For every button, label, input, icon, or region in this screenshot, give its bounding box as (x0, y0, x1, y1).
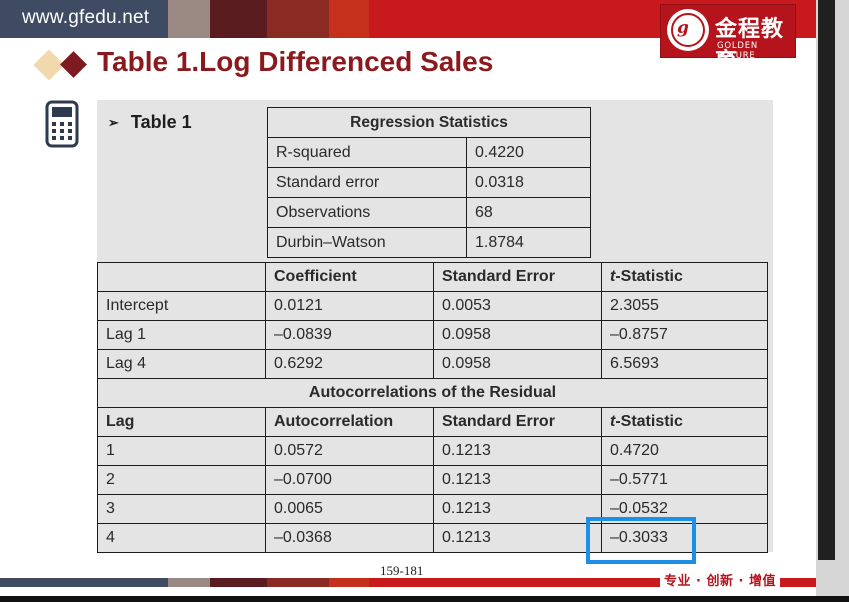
right-edge-strip (816, 0, 849, 602)
column-header: Coefficient (265, 262, 434, 292)
row-label: 2 (97, 465, 266, 495)
banner-segment (267, 0, 329, 38)
site-url[interactable]: www.gfedu.net (22, 7, 149, 29)
table-cell: –0.0368 (265, 523, 434, 553)
stat-label: Standard error (267, 167, 467, 198)
row-label: 1 (97, 436, 266, 466)
stat-value: 68 (466, 197, 591, 228)
title-diamond-icon (60, 51, 87, 78)
row-label: Intercept (97, 291, 266, 321)
banner-segment (329, 578, 369, 587)
table-row: Observations 68 (267, 197, 591, 228)
table-cell: –0.0839 (265, 320, 434, 350)
stat-label: R-squared (267, 137, 467, 168)
logo-emblem-icon: g (667, 9, 709, 51)
coefficients-table: Coefficient Standard Error t-Statistic I… (97, 262, 768, 553)
table-cell: 0.0065 (265, 494, 434, 524)
table-cell: 0.4720 (601, 436, 768, 466)
table-cell: 2.3055 (601, 291, 768, 321)
column-header: Standard Error (433, 407, 602, 437)
table-header-row: Lag Autocorrelation Standard Error t-Sta… (97, 407, 768, 437)
table-cell: 0.6292 (265, 349, 434, 379)
table-cell: 0.1213 (433, 465, 602, 495)
banner-segment (168, 0, 210, 38)
calculator-icon (45, 100, 79, 148)
row-label: 4 (97, 523, 266, 553)
table-row: Lag 4 0.6292 0.0958 6.5693 (97, 349, 768, 379)
table-cell: 0.0958 (433, 349, 602, 379)
column-header-rest: -Statistic (615, 413, 683, 430)
banner-segment (210, 0, 267, 38)
stat-label: Durbin–Watson (267, 227, 467, 258)
table-cell: 0.1213 (433, 494, 602, 524)
column-header: t-Statistic (601, 407, 768, 437)
table-row: Standard error 0.0318 (267, 167, 591, 198)
stat-value: 0.0318 (466, 167, 591, 198)
page-title: Table 1.Log Differenced Sales (97, 46, 494, 77)
column-header: Lag (97, 407, 266, 437)
stat-value: 1.8784 (466, 227, 591, 258)
table-row: 2 –0.0700 0.1213 –0.5771 (97, 465, 768, 495)
table-label: ➢ Table 1 (108, 112, 192, 133)
column-header: Standard Error (433, 262, 602, 292)
regression-statistics-table: Regression Statistics R-squared 0.4220 S… (267, 107, 591, 258)
brand-logo: g 金程教育 GOLDEN FUTURE (660, 4, 796, 74)
table-cell: –0.8757 (601, 320, 768, 350)
table-row: 1 0.0572 0.1213 0.4720 (97, 436, 768, 466)
banner-segment (267, 578, 329, 587)
column-header-rest: -Statistic (615, 268, 683, 285)
row-label: Lag 4 (97, 349, 266, 379)
autocorrelations-title: Autocorrelations of the Residual (97, 378, 768, 408)
table-row: Durbin–Watson 1.8784 (267, 227, 591, 258)
table-row: R-squared 0.4220 (267, 137, 591, 168)
table-cell: –0.5771 (601, 465, 768, 495)
bottom-edge (0, 596, 849, 602)
banner-segment (329, 0, 369, 38)
table-cell: 0.0572 (265, 436, 434, 466)
table-label-text: Table 1 (130, 112, 192, 132)
slogan: 专业 · 创新 · 增值 (660, 570, 780, 589)
highlight-box (586, 517, 696, 564)
table-row: Autocorrelations of the Residual (97, 378, 768, 408)
logo-english-name: GOLDEN FUTURE (717, 41, 759, 61)
bullet-arrow-icon: ➢ (108, 115, 119, 130)
banner-segment (210, 578, 267, 587)
regression-statistics-title: Regression Statistics (267, 107, 591, 138)
column-header: Autocorrelation (265, 407, 434, 437)
banner-segment (0, 578, 168, 587)
row-label: Lag 1 (97, 320, 266, 350)
table-cell: 0.0958 (433, 320, 602, 350)
table-header-row: Coefficient Standard Error t-Statistic (97, 262, 768, 292)
table-cell: 0.1213 (433, 436, 602, 466)
stat-label: Observations (267, 197, 467, 228)
table-cell: 6.5693 (601, 349, 768, 379)
stat-value: 0.4220 (466, 137, 591, 168)
table-cell: –0.0700 (265, 465, 434, 495)
column-header (97, 262, 266, 292)
row-label: 3 (97, 494, 266, 524)
table-cell: 0.0053 (433, 291, 602, 321)
table-cell: 0.1213 (433, 523, 602, 553)
table-row: Intercept 0.0121 0.0053 2.3055 (97, 291, 768, 321)
table-row: Lag 1 –0.0839 0.0958 –0.8757 (97, 320, 768, 350)
banner-segment (168, 578, 210, 587)
page-number: 159-181 (380, 563, 424, 578)
column-header: t-Statistic (601, 262, 768, 292)
table-cell: 0.0121 (265, 291, 434, 321)
